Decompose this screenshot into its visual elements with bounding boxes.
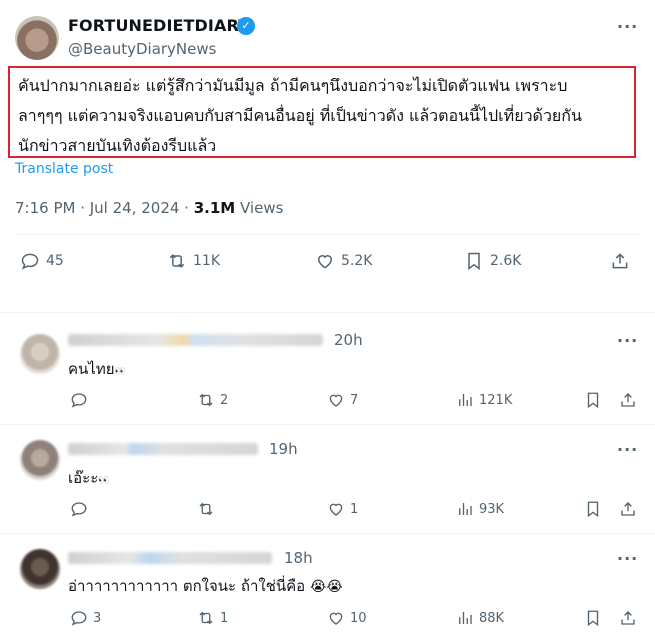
like-icon — [329, 394, 343, 407]
reply-button[interactable]: 3 — [70, 609, 101, 627]
author-handle[interactable]: @BeautyDiaryNews — [68, 40, 216, 58]
reply-time[interactable]: 18h — [284, 549, 313, 567]
reply-author-name[interactable] — [68, 334, 323, 346]
like-count: 10 — [350, 610, 367, 626]
eyes-emoji: 👀 — [114, 367, 126, 377]
eyes-emoji: 👀 — [98, 476, 109, 486]
like-icon — [329, 612, 343, 625]
reply-button[interactable] — [70, 500, 93, 518]
reply-time[interactable]: 20h — [334, 331, 363, 349]
share-button[interactable] — [619, 391, 637, 409]
view-count: 88K — [479, 610, 505, 626]
repost-button[interactable]: 1 — [197, 609, 228, 627]
reply-avatar[interactable] — [20, 549, 60, 589]
reply-author-name[interactable] — [68, 443, 258, 455]
reply-button[interactable] — [70, 391, 93, 409]
repost-button[interactable]: 11K — [167, 251, 220, 271]
verified-badge-icon: ✓ — [237, 17, 255, 35]
tweet-timestamp-views: 7:16 PM · Jul 24, 2024 · 3.1M Views — [15, 199, 283, 217]
repost-icon — [169, 254, 185, 268]
reply-icon — [71, 393, 87, 408]
views-button[interactable]: 121K — [456, 391, 512, 409]
share-button[interactable] — [619, 609, 637, 627]
reply-text: เอ๊ะะ👀 — [68, 466, 109, 490]
translate-link[interactable]: Translate post — [15, 161, 113, 177]
repost-icon — [199, 502, 213, 516]
views-icon — [459, 394, 472, 406]
bookmark-button[interactable] — [584, 391, 602, 409]
reply-text-body: อ่าาาาาาาาาาาา ตกใจนะ ถ้าใช่นี่คือ — [68, 577, 306, 595]
like-icon — [329, 503, 343, 516]
reply-button[interactable]: 45 — [20, 251, 64, 271]
repost-count: 1 — [220, 610, 229, 626]
views-count: 3.1M — [193, 199, 236, 217]
bookmark-count: 2.6K — [490, 253, 522, 269]
reply-icon — [71, 502, 87, 517]
crying-emoji: 😭😭 — [309, 579, 343, 595]
reply-icon — [71, 611, 87, 626]
like-button[interactable]: 5.2K — [315, 251, 372, 271]
repost-count: 2 — [220, 392, 229, 408]
reply-avatar[interactable] — [20, 440, 60, 480]
bookmark-button[interactable] — [584, 609, 602, 627]
views-button[interactable]: 93K — [456, 500, 504, 518]
divider — [0, 312, 655, 313]
reply-text-body: เอ๊ะะ — [68, 469, 99, 487]
repost-icon — [199, 393, 213, 407]
share-icon — [621, 502, 635, 516]
like-icon — [317, 255, 333, 269]
divider — [15, 234, 640, 235]
reply-avatar[interactable] — [20, 334, 60, 374]
tweet-text-line-1: คันปากมากเลยอ่ะ แต่รู้สึกว่ามันมีมูล ถ้า… — [18, 76, 568, 95]
like-count: 5.2K — [341, 253, 373, 269]
more-icon[interactable]: ··· — [617, 17, 638, 36]
like-count: 7 — [350, 392, 359, 408]
repost-button[interactable]: 2 — [197, 391, 228, 409]
views-button[interactable]: 88K — [456, 609, 504, 627]
divider — [0, 533, 655, 534]
more-icon[interactable]: ··· — [617, 549, 638, 568]
bookmark-button[interactable] — [584, 500, 602, 518]
reply-author-name[interactable] — [68, 552, 272, 564]
reply-text: อ่าาาาาาาาาาาา ตกใจนะ ถ้าใช่นี่คือ 😭😭 — [68, 574, 343, 598]
repost-button[interactable] — [197, 500, 220, 518]
reply-text: คนไทย👀 — [68, 357, 126, 381]
share-icon — [621, 393, 635, 407]
like-button[interactable]: 10 — [327, 609, 367, 627]
reply-count: 45 — [46, 253, 64, 269]
like-button[interactable]: 1 — [327, 500, 358, 518]
bookmark-icon — [587, 610, 599, 627]
more-icon[interactable]: ··· — [617, 440, 638, 459]
more-icon[interactable]: ··· — [617, 331, 638, 350]
views-label: Views — [235, 199, 284, 217]
tweet-text-line-3: นักข่าวสายบันเทิงต้องรีบแล้ว — [18, 136, 217, 155]
bookmark-button[interactable]: 2.6K — [464, 251, 521, 271]
like-button[interactable]: 7 — [327, 391, 358, 409]
repost-icon — [199, 611, 213, 625]
bookmark-icon — [587, 392, 599, 409]
repost-count: 11K — [193, 253, 220, 269]
bookmark-icon — [468, 252, 480, 270]
reply-time[interactable]: 19h — [269, 440, 298, 458]
author-avatar[interactable] — [15, 16, 59, 60]
view-count: 93K — [479, 501, 505, 517]
reply-text-body: คนไทย — [68, 360, 115, 378]
share-button[interactable] — [610, 251, 630, 271]
share-icon — [621, 611, 635, 625]
reply-icon — [21, 253, 39, 270]
author-display-name[interactable]: FORTUNEDIETDIARY — [68, 16, 250, 35]
views-icon — [459, 612, 472, 624]
tweet-time[interactable]: 7:16 PM · Jul 24, 2024 · — [15, 199, 194, 217]
share-icon — [612, 253, 628, 269]
tweet-text-line-2: ลาๆๆๆ แต่ความจริงแอบคบกับสามีคนอื่นอยู่ … — [18, 106, 582, 125]
view-count: 121K — [479, 392, 513, 408]
share-button[interactable] — [619, 500, 637, 518]
bookmark-icon — [587, 501, 599, 518]
views-icon — [459, 503, 472, 515]
like-count: 1 — [350, 501, 359, 517]
reply-count: 3 — [93, 610, 102, 626]
divider — [0, 424, 655, 425]
